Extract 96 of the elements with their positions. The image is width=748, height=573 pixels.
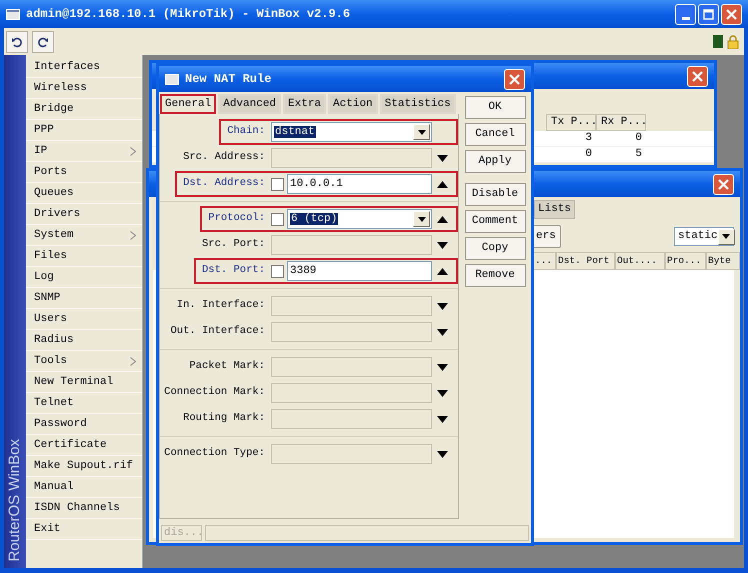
field-label: Connection Mark: bbox=[164, 385, 265, 400]
input-field[interactable] bbox=[271, 357, 432, 377]
input-field[interactable] bbox=[271, 444, 432, 464]
input-field[interactable] bbox=[271, 148, 432, 168]
field-label: Src. Address: bbox=[183, 150, 265, 166]
minimize-icon bbox=[682, 16, 690, 20]
minimize-button[interactable] bbox=[675, 4, 696, 24]
maximize-button[interactable] bbox=[698, 4, 719, 24]
table-cell-text: 3 bbox=[584, 131, 593, 146]
close-icon bbox=[726, 8, 737, 20]
brand-text: RouterOS WinBox bbox=[4, 439, 24, 562]
column-header[interactable]: Byte bbox=[706, 252, 740, 270]
negate-checkbox[interactable] bbox=[271, 264, 284, 278]
field-label: Routing Mark: bbox=[183, 411, 265, 426]
dropdown-button[interactable] bbox=[413, 124, 430, 140]
close-icon bbox=[509, 74, 520, 84]
table-cell-text: 0 bbox=[634, 131, 643, 146]
close-button[interactable] bbox=[504, 68, 525, 90]
window-icon bbox=[165, 74, 179, 84]
table-cell-text: 0 bbox=[584, 147, 593, 162]
collapse-arrow-icon[interactable] bbox=[436, 180, 448, 188]
input-field[interactable] bbox=[271, 383, 432, 403]
tab[interactable]: Advanced bbox=[218, 94, 282, 114]
input-field[interactable] bbox=[271, 322, 432, 342]
negate-checkbox[interactable] bbox=[271, 178, 284, 190]
field-value: dstnat bbox=[274, 126, 316, 138]
dialog-title: New NAT Rule bbox=[185, 71, 272, 88]
field-label: Out. Interface: bbox=[170, 324, 265, 340]
status-field: dis... bbox=[161, 525, 202, 541]
field-value: 3389 bbox=[290, 264, 316, 279]
close-button[interactable] bbox=[687, 66, 708, 86]
field-value: 6 (tcp) bbox=[290, 212, 338, 225]
collapse-arrow-icon[interactable] bbox=[436, 268, 448, 274]
redo-button[interactable] bbox=[32, 30, 54, 52]
column-header[interactable]: Out.... bbox=[615, 252, 665, 270]
field-label: Chain: bbox=[227, 124, 265, 140]
dropdown-button[interactable] bbox=[413, 211, 430, 227]
window-icon bbox=[6, 8, 20, 20]
collapse-arrow-icon[interactable] bbox=[436, 216, 448, 222]
close-icon bbox=[718, 178, 729, 190]
tab[interactable]: Statistics bbox=[380, 94, 456, 114]
redo-icon bbox=[37, 36, 49, 48]
table-cell-text: 5 bbox=[634, 147, 643, 162]
expand-arrow-icon[interactable] bbox=[436, 390, 448, 396]
filter-button[interactable]: ers bbox=[531, 225, 561, 248]
maximize-icon bbox=[703, 8, 714, 20]
dialog-button[interactable]: Apply bbox=[464, 150, 526, 173]
negate-checkbox[interactable] bbox=[271, 212, 284, 226]
field-value: 10.0.0.1 bbox=[290, 176, 343, 192]
window-title: admin@192.168.10.1 (MikroTik) - WinBox v2.9.6 bbox=[26, 6, 350, 23]
undo-icon bbox=[11, 36, 23, 48]
close-button[interactable] bbox=[713, 174, 734, 194]
status-indicator-icon bbox=[713, 35, 723, 48]
column-header[interactable]: Pro... bbox=[665, 252, 706, 270]
filter-dropdown[interactable]: static bbox=[674, 227, 734, 246]
tab[interactable]: Extra bbox=[283, 94, 326, 114]
input-field[interactable]: 10.0.0.1 bbox=[287, 174, 432, 194]
dialog-button[interactable]: Disable bbox=[464, 183, 526, 206]
expand-arrow-icon[interactable] bbox=[436, 364, 448, 370]
close-icon bbox=[692, 70, 703, 82]
expand-arrow-icon[interactable] bbox=[436, 302, 448, 310]
dialog-button[interactable]: Copy bbox=[464, 237, 526, 260]
caret-icon bbox=[418, 216, 426, 222]
field-label: In. Interface: bbox=[176, 298, 265, 314]
input-field[interactable] bbox=[271, 296, 432, 316]
expand-arrow-icon[interactable] bbox=[436, 416, 448, 422]
input-field[interactable] bbox=[271, 235, 432, 255]
tab[interactable]: General bbox=[160, 94, 216, 114]
lock-icon bbox=[727, 34, 739, 48]
column-header[interactable]: Tx P... bbox=[546, 114, 596, 131]
field-label: Protocol: bbox=[208, 211, 265, 226]
dropdown-field[interactable]: 6 (tcp) bbox=[287, 209, 432, 229]
dialog-button[interactable]: OK bbox=[464, 96, 526, 119]
field-label: Packet Mark: bbox=[189, 359, 265, 374]
tab[interactable]: Action bbox=[328, 94, 378, 114]
column-header[interactable]: Dst. Port bbox=[556, 252, 615, 270]
dropdown-button[interactable] bbox=[718, 228, 735, 244]
column-header[interactable]: Rx P... bbox=[596, 114, 646, 131]
field-label: Connection Type: bbox=[164, 446, 265, 462]
expand-arrow-icon[interactable] bbox=[436, 242, 448, 248]
dropdown-field[interactable]: dstnat bbox=[271, 122, 432, 142]
undo-button[interactable] bbox=[6, 30, 28, 52]
field-label: Dst. Address: bbox=[183, 176, 265, 192]
expand-arrow-icon[interactable] bbox=[436, 328, 448, 336]
caret-icon bbox=[722, 234, 730, 239]
dialog-button[interactable]: Cancel bbox=[464, 123, 526, 146]
dialog-button[interactable]: Remove bbox=[464, 264, 526, 287]
field-label: Src. Port: bbox=[202, 237, 265, 252]
tab[interactable]: Lists bbox=[534, 200, 576, 219]
input-field[interactable]: 3389 bbox=[287, 261, 432, 281]
expand-arrow-icon[interactable] bbox=[436, 154, 448, 162]
field-label: Dst. Port: bbox=[202, 263, 265, 278]
input-field[interactable] bbox=[271, 409, 432, 429]
expand-arrow-icon[interactable] bbox=[436, 450, 448, 458]
close-button[interactable] bbox=[721, 4, 742, 24]
dialog-button[interactable]: Comment bbox=[464, 210, 526, 233]
